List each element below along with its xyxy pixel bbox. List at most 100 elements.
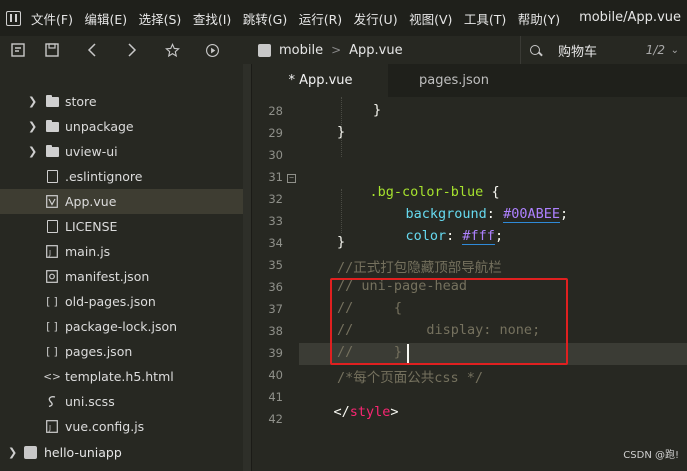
menu-view[interactable]: 视图(V) [409,9,452,28]
tree-item-hello-uniapp[interactable]: ❯ hello-uniapp [0,441,252,463]
menu-run[interactable]: 运行(R) [299,9,342,28]
tree-item-label: App.vue [65,194,117,209]
chevron-right-icon[interactable]: ❯ [28,95,37,108]
line-number: 31 [268,170,283,184]
tree-item-template-h5-html[interactable]: <> template.h5.html [0,364,243,389]
html-file-icon: <> [43,370,61,383]
html-tag-name: style [349,404,391,420]
code-line-34: } [337,234,346,250]
js-file-icon: J [45,420,59,433]
css-value: #00ABEE [503,206,560,223]
menu-find[interactable]: 查找(I) [193,9,231,28]
tree-item-package-lock-json[interactable]: [ ] package-lock.json [0,314,243,339]
tab-pages-json[interactable]: pages.json [388,64,520,97]
tree-item-label: uni.scss [65,394,115,409]
chevron-right-icon[interactable]: ❯ [28,145,37,158]
editor-tab-bar: * App.vue pages.json [253,64,687,97]
project-explorer: ❯ store ❯ unpackage ❯ uview-ui .eslintig… [0,64,252,471]
tree-item-label: package-lock.json [65,319,178,334]
breadcrumb-separator-icon: > [331,43,342,57]
menu-bar: 文件(F) 编辑(E) 选择(S) 查找(I) 跳转(G) 运行(R) 发行(U… [0,0,687,36]
tree-item-vue-config-js[interactable]: J vue.config.js [0,414,243,439]
tree-item-uni-scss[interactable]: uni.scss [0,389,243,414]
tree-item-eslintignore[interactable]: .eslintignore [0,164,243,189]
watermark: CSDN @跑! [623,450,679,461]
menu-tools[interactable]: 工具(T) [464,9,506,28]
json-file-icon: [ ] [46,345,58,358]
tree-item-uview-ui[interactable]: ❯ uview-ui [0,139,243,164]
tree-item-label: old-pages.json [65,294,156,309]
search-box[interactable]: 购物车 1/2 ⌄ [520,36,687,64]
tree-item-label: LICENSE [65,219,118,234]
file-icon [45,220,59,233]
menu-select[interactable]: 选择(S) [139,9,182,28]
chevron-right-icon[interactable]: ❯ [28,120,37,133]
menu-file[interactable]: 文件(F) [31,9,73,28]
back-icon[interactable] [78,36,106,64]
tree-item-old-pages-json[interactable]: [ ] old-pages.json [0,289,243,314]
css-value: #fff [462,228,495,245]
tree-item-label: template.h5.html [65,369,174,384]
project-label: hello-uniapp [44,444,122,460]
line-number: 42 [268,412,283,426]
tree-item-label: uview-ui [65,144,118,159]
code-line-28: } [373,102,382,118]
search-input[interactable]: 购物车 [558,41,597,60]
scss-file-icon [45,395,59,408]
fold-toggle-icon[interactable]: − [287,174,296,183]
menu-edit[interactable]: 编辑(E) [84,9,127,28]
tree-item-label: unpackage [65,119,134,134]
tree-item-label: manifest.json [65,269,150,284]
json-file-icon: [ ] [46,295,58,308]
menu-help[interactable]: 帮助(Y) [518,9,560,28]
tree-item-app-vue[interactable]: App.vue [0,189,243,214]
manifest-icon [45,270,59,283]
menu-publish[interactable]: 发行(U) [354,9,398,28]
tree-item-license[interactable]: LICENSE [0,214,243,239]
tree-item-label: vue.config.js [65,419,145,434]
js-file-icon: J [45,245,59,258]
chevron-right-icon[interactable]: ❯ [8,446,17,459]
run-icon[interactable] [198,36,226,64]
breadcrumb: mobile > App.vue [258,36,403,64]
tree-item-manifest-json[interactable]: manifest.json [0,264,243,289]
project-icon [258,43,271,57]
format-icon[interactable] [4,36,32,64]
tree-item-pages-json[interactable]: [ ] pages.json [0,339,243,364]
tab-label: * App.vue [288,73,353,88]
line-number: 28 [268,104,283,118]
sidebar-scrollbar[interactable] [243,64,251,471]
line-number: 39 [268,346,283,360]
line-number: 33 [268,214,283,228]
tree-item-label: store [65,94,97,109]
menu-goto[interactable]: 跳转(G) [243,9,287,28]
tree-item-main-js[interactable]: J main.js [0,239,243,264]
file-icon [45,170,59,183]
forward-icon[interactable] [118,36,146,64]
line-number: 40 [268,368,283,382]
line-number: 29 [268,126,283,140]
save-icon[interactable] [38,36,66,64]
line-number: 35 [268,258,283,272]
tree-item-label: pages.json [65,344,133,359]
code-editor[interactable]: 28 29 30 31 32 33 34 35 36 37 38 39 40 4… [253,97,687,471]
toolbar: mobile > App.vue 购物车 1/2 ⌄ [0,36,687,64]
tree-item-unpackage[interactable]: ❯ unpackage [0,114,243,139]
tree-item-store[interactable]: ❯ store [0,89,243,114]
line-number: 37 [268,302,283,316]
line-number: 36 [268,280,283,294]
folder-icon [45,94,59,108]
search-match-count: 1/2 [645,43,665,57]
breadcrumb-file[interactable]: App.vue [349,43,402,58]
tree-item-label: .eslintignore [65,169,143,184]
star-icon[interactable] [158,36,186,64]
json-file-icon: [ ] [46,320,58,333]
css-property: color [405,228,447,244]
code-line-33: color: #fff; [405,228,504,245]
hbuilder-logo-icon [6,10,21,26]
breadcrumb-project[interactable]: mobile [279,43,323,58]
tab-app-vue[interactable]: * App.vue [253,64,388,97]
line-number: 34 [268,236,283,250]
svg-text:J: J [48,424,51,432]
chevron-down-icon[interactable]: ⌄ [671,45,679,56]
